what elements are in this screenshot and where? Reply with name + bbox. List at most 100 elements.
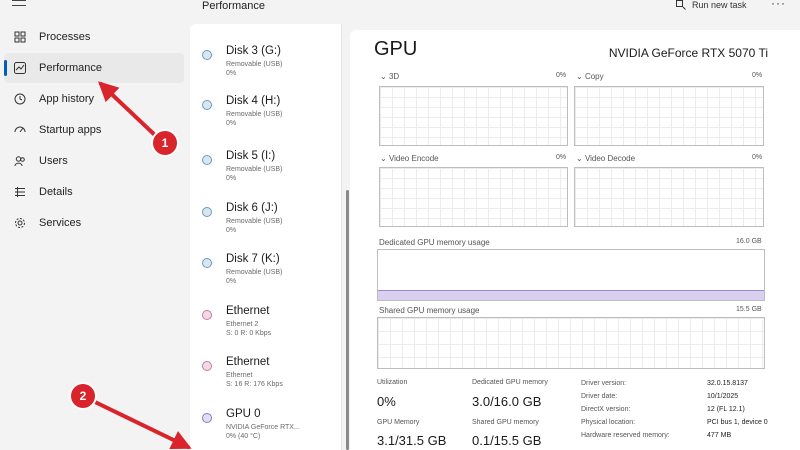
nav-item-performance[interactable]: Performance: [4, 53, 184, 83]
spec-value-directx-version: 12 (FL 12.1): [707, 406, 745, 413]
nav-label: Users: [39, 155, 68, 167]
device-usage: 0%: [226, 227, 237, 234]
run-new-task-label: Run new task: [692, 0, 747, 10]
spec-label-driver-date: Driver date:: [581, 393, 618, 400]
run-task-icon: [676, 0, 686, 10]
dedicated-memory-fill: [378, 290, 764, 300]
stat-value-gpu-memory: 3.1/31.5 GB: [377, 433, 447, 448]
device-status-dot: [202, 361, 212, 371]
more-options-button[interactable]: ···: [771, 0, 786, 10]
spec-label-directx-version: DirectX version:: [581, 406, 631, 413]
spec-value-physical-location: PCI bus 1, device 0: [707, 419, 768, 426]
list-item-disk-6[interactable]: Disk 6 (J:) Removable (USB) 0%: [190, 201, 340, 251]
device-status-dot: [202, 50, 212, 60]
shared-memory-graph: [377, 317, 765, 369]
nav-label: App history: [39, 93, 95, 105]
device-usage: S: 0 R: 0 Kbps: [226, 330, 272, 337]
device-status-dot: [202, 413, 212, 423]
stat-label-dedicated-memory: Dedicated GPU memory: [472, 379, 548, 386]
shared-memory-max: 15.5 GB: [736, 306, 762, 313]
device-name: Disk 6 (J:): [226, 202, 278, 214]
device-name: Ethernet: [226, 305, 270, 317]
stat-value-dedicated-memory: 3.0/16.0 GB: [472, 394, 542, 409]
list-item-ethernet-2[interactable]: Ethernet Ethernet 2 S: 0 R: 0 Kbps: [190, 304, 340, 354]
device-name: Disk 3 (G:): [226, 45, 281, 57]
dedicated-memory-graph: [377, 249, 765, 301]
startup-gauge-icon: [13, 123, 27, 137]
performance-chart-icon: [13, 61, 27, 75]
device-status-dot: [202, 155, 212, 165]
spec-label-hardware-reserved-memory: Hardware reserved memory:: [581, 432, 670, 439]
page-title: Performance: [202, 0, 265, 12]
gpu-title: GPU: [374, 38, 418, 60]
spec-label-physical-location: Physical location:: [581, 419, 636, 426]
gpu-details-panel: GPU NVIDIA GeForce RTX 5070 Ti ⌄ 3D 0% ⌄…: [350, 30, 800, 450]
device-subtitle: NVIDIA GeForce RTX...: [226, 424, 300, 431]
device-name: Disk 7 (K:): [226, 253, 280, 265]
history-clock-icon: [13, 92, 27, 106]
graph-3d: [379, 86, 568, 146]
device-list: Disk 3 (G:) Removable (USB) 0% Disk 4 (H…: [190, 24, 342, 450]
graph-video-encode: [379, 167, 568, 227]
gpu-model-name: NVIDIA GeForce RTX 5070 Ti: [608, 46, 768, 60]
device-usage: 0%: [226, 70, 237, 77]
spec-value-driver-version: 32.0.15.8137: [707, 380, 748, 387]
shared-memory-graph-label: Shared GPU memory usage: [379, 306, 480, 315]
nav-item-details[interactable]: Details: [4, 177, 184, 207]
graph-label-video-decode[interactable]: ⌄ Video Decode: [576, 154, 635, 163]
device-subtitle: Removable (USB): [226, 166, 283, 173]
nav-item-processes[interactable]: Processes: [4, 22, 184, 52]
device-name: Ethernet: [226, 356, 270, 368]
device-status-dot: [202, 207, 212, 217]
nav-label: Startup apps: [39, 124, 102, 136]
device-status-dot: [202, 258, 212, 268]
spec-value-hardware-reserved-memory: 477 MB: [707, 432, 732, 439]
spec-value-driver-date: 10/1/2025: [707, 393, 739, 400]
graph-label-video-encode[interactable]: ⌄ Video Encode: [380, 154, 439, 163]
navigation-pane: Processes Performance App history Startu…: [0, 0, 190, 450]
details-list-icon: [13, 185, 27, 199]
graph-label-copy[interactable]: ⌄ Copy: [576, 72, 604, 81]
device-usage: 0%: [226, 120, 237, 127]
list-item-disk-7[interactable]: Disk 7 (K:) Removable (USB) 0%: [190, 252, 340, 302]
stat-label-utilization: Utilization: [377, 379, 408, 386]
device-usage: 0%: [226, 278, 237, 285]
processes-grid-icon: [13, 30, 27, 44]
list-item-gpu-0[interactable]: GPU 0 NVIDIA GeForce RTX... 0% (40 °C): [190, 407, 340, 450]
device-usage: 0% (40 °C): [226, 433, 261, 440]
list-item-disk-3[interactable]: Disk 3 (G:) Removable (USB) 0%: [190, 44, 340, 94]
list-item-disk-5[interactable]: Disk 5 (I:) Removable (USB) 0%: [190, 149, 340, 199]
stat-label-gpu-memory: GPU Memory: [377, 419, 420, 426]
device-name: Disk 4 (H:): [226, 95, 281, 107]
nav-label: Processes: [39, 31, 91, 43]
device-subtitle: Removable (USB): [226, 218, 283, 225]
nav-label: Services: [39, 217, 82, 229]
run-new-task-button[interactable]: Run new task: [676, 0, 747, 10]
dedicated-memory-max: 16.0 GB: [736, 238, 762, 245]
active-indicator: [4, 60, 7, 76]
device-usage: 0%: [226, 175, 237, 182]
graph-pct: 0%: [556, 154, 567, 161]
device-status-dot: [202, 100, 212, 110]
device-name: Disk 5 (I:): [226, 150, 276, 162]
graph-label-3d[interactable]: ⌄ 3D: [380, 72, 399, 81]
annotation-badge-2: 2: [71, 384, 95, 408]
device-subtitle: Removable (USB): [226, 269, 283, 276]
device-status-dot: [202, 310, 212, 320]
hamburger-menu-icon[interactable]: [12, 0, 26, 6]
graph-video-decode: [574, 167, 764, 227]
list-scrollbar[interactable]: [346, 190, 349, 450]
nav-item-services[interactable]: Services: [4, 208, 184, 238]
graph-pct: 0%: [752, 72, 763, 79]
nav-label: Details: [39, 186, 73, 198]
list-item-ethernet[interactable]: Ethernet Ethernet S: 16 R: 176 Kbps: [190, 355, 340, 405]
nav-label: Performance: [39, 62, 102, 74]
spec-label-driver-version: Driver version:: [581, 380, 627, 387]
graph-pct: 0%: [752, 154, 763, 161]
device-subtitle: Ethernet: [226, 372, 253, 379]
stat-value-utilization: 0%: [377, 394, 396, 409]
nav-item-app-history[interactable]: App history: [4, 84, 184, 114]
stat-value-shared-memory: 0.1/15.5 GB: [472, 433, 542, 448]
device-name: GPU 0: [226, 408, 261, 420]
list-item-disk-4[interactable]: Disk 4 (H:) Removable (USB) 0%: [190, 94, 340, 144]
